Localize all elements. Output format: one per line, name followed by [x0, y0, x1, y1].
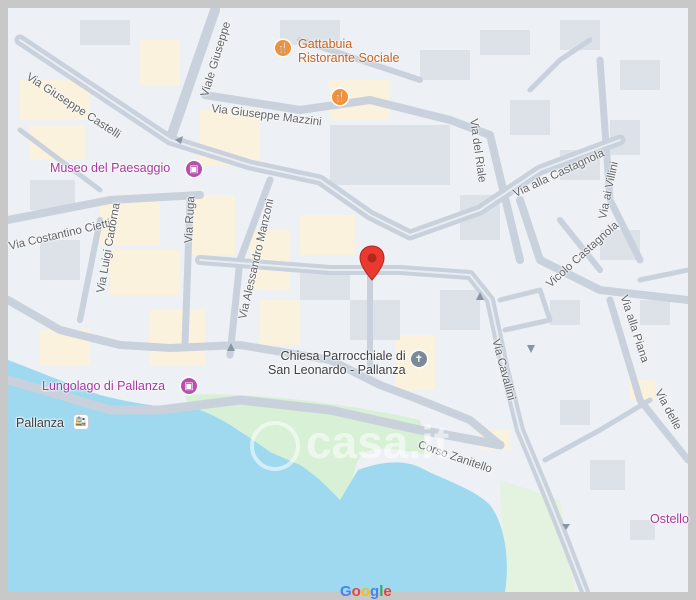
house-icon [250, 420, 300, 471]
street-label-ruga: Via Ruga [183, 195, 198, 244]
poi-chiesa-line1: Chiesa Parrocchiale di [280, 349, 406, 363]
train-station-icon[interactable]: 🚉 [74, 415, 88, 429]
poi-pallanza[interactable]: Pallanza [16, 416, 64, 430]
google-logo: Google [340, 583, 392, 600]
poi-gattabuia-line2: Ristorante Sociale [298, 51, 400, 66]
poi-chiesa-line2: San Leonardo - Pallanza [268, 363, 406, 378]
poi-gattabuia[interactable]: Gattabuia Ristorante Sociale [298, 37, 399, 66]
poi-lungolago-di-pallanza[interactable]: Lungolago di Pallanza [42, 380, 165, 393]
restaurant-icon[interactable]: 🍴 [332, 89, 348, 105]
camera-icon[interactable]: ▣ [181, 378, 197, 394]
map-view[interactable]: Via Giuseppe Castelli Viale Giuseppe Via… [0, 0, 696, 600]
poi-ostello[interactable]: Ostello [650, 513, 689, 526]
watermark-text: casa.it [306, 416, 450, 468]
camera-icon[interactable]: ▣ [186, 161, 202, 177]
poi-gattabuia-line1: Gattabuia [298, 37, 353, 51]
location-pin-icon[interactable] [359, 245, 385, 281]
poi-museo-del-paesaggio[interactable]: Museo del Paesaggio [50, 162, 170, 175]
poi-chiesa-parrocchiale[interactable]: Chiesa Parrocchiale di San Leonardo - Pa… [268, 349, 406, 378]
restaurant-icon[interactable]: 🍴 [275, 40, 291, 56]
casa-watermark: casa.it [250, 415, 449, 471]
church-icon[interactable]: ✝ [411, 351, 427, 367]
map-base [8, 8, 688, 592]
